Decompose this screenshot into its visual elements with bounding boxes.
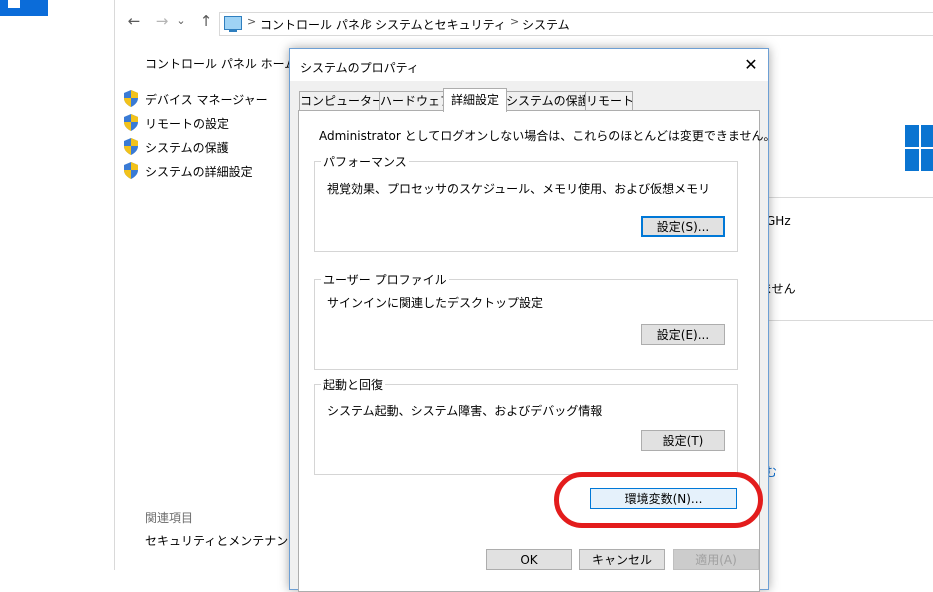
sidebar-link-label: システムの詳細設定: [145, 165, 253, 179]
close-icon[interactable]: ✕: [738, 53, 764, 77]
performance-settings-button[interactable]: 設定(S)...: [641, 216, 725, 237]
uac-shield-icon: [124, 90, 138, 107]
sidebar-link-label: システムの保護: [145, 141, 229, 155]
breadcrumb-separator: >: [247, 15, 257, 28]
tab-computer-name[interactable]: コンピューター名: [299, 91, 396, 111]
performance-group-desc: 視覚効果、プロセッサのスケジュール、メモリ使用、および仮想メモリ: [327, 182, 711, 196]
forward-arrow-icon[interactable]: →: [153, 12, 171, 30]
breadcrumb-control-panel[interactable]: コントロール パネル: [260, 16, 372, 33]
sidebar-link-label: デバイス マネージャー: [145, 93, 268, 107]
user-profile-group: ユーザー プロファイル サインインに関連したデスクトップ設定 設定(E)...: [314, 271, 738, 370]
startup-recovery-group: 起動と回復 システム起動、システム障害、およびデバッグ情報 設定(T): [314, 376, 738, 475]
desktop-strip: [0, 0, 114, 570]
performance-group-title: パフォーマンス: [321, 153, 409, 170]
control-panel-home-link[interactable]: コントロール パネル ホーム: [145, 55, 296, 72]
sidebar-link-label: リモートの設定: [145, 117, 230, 131]
breadcrumb-separator: >: [510, 15, 520, 28]
background-text-ghz: GHz: [766, 214, 791, 228]
tab-hardware[interactable]: ハードウェア: [379, 91, 452, 111]
breadcrumb-system-security[interactable]: システムとセキュリティ: [375, 16, 506, 33]
ok-button[interactable]: OK: [486, 549, 572, 570]
startup-recovery-settings-button[interactable]: 設定(T): [641, 430, 725, 451]
tab-system-protection[interactable]: システムの保護: [505, 91, 590, 111]
related-title: 関連項目: [145, 511, 194, 525]
startup-recovery-group-desc: システム起動、システム障害、およびデバッグ情報: [327, 404, 603, 418]
app-icon-tile: [0, 0, 48, 16]
recent-locations-icon[interactable]: ⌄: [175, 12, 187, 30]
dialog-title: システムのプロパティ: [300, 61, 419, 75]
up-arrow-icon[interactable]: ↑: [197, 12, 215, 30]
cancel-button[interactable]: キャンセル: [579, 549, 665, 570]
highlight-circle: [554, 472, 763, 528]
address-bar[interactable]: > コントロール パネル > システムとセキュリティ > システム: [219, 12, 933, 36]
tab-remote[interactable]: リモート: [585, 91, 634, 111]
breadcrumb-system[interactable]: システム: [522, 16, 570, 33]
admin-note: Administrator としてログオンしない場合は、これらのほとんどは変更で…: [319, 129, 776, 143]
user-profile-group-title: ユーザー プロファイル: [321, 271, 449, 288]
tab-advanced[interactable]: 詳細設定: [443, 88, 507, 112]
user-profile-group-desc: サインインに関連したデスクトップ設定: [327, 296, 544, 310]
address-row: ← → ⌄ ↑ > コントロール パネル > システムとセキュリティ > システ…: [115, 0, 933, 40]
divider: [768, 197, 933, 198]
performance-group: パフォーマンス 視覚効果、プロセッサのスケジュール、メモリ使用、および仮想メモリ…: [314, 153, 738, 252]
dialog-titlebar[interactable]: システムのプロパティ ✕: [290, 49, 768, 81]
back-arrow-icon[interactable]: ←: [125, 12, 143, 30]
breadcrumb-separator: >: [363, 15, 373, 28]
user-profile-settings-button[interactable]: 設定(E)...: [641, 324, 725, 345]
uac-shield-icon: [124, 162, 138, 179]
computer-icon: [224, 16, 242, 32]
uac-shield-icon: [124, 114, 138, 131]
divider: [768, 320, 933, 321]
related-link-security-maintenance[interactable]: セキュリティとメンテナンス: [145, 532, 300, 549]
startup-recovery-group-title: 起動と回復: [321, 376, 386, 393]
uac-shield-icon: [124, 138, 138, 155]
windows-logo-icon: [905, 125, 933, 175]
apply-button[interactable]: 適用(A): [673, 549, 759, 570]
